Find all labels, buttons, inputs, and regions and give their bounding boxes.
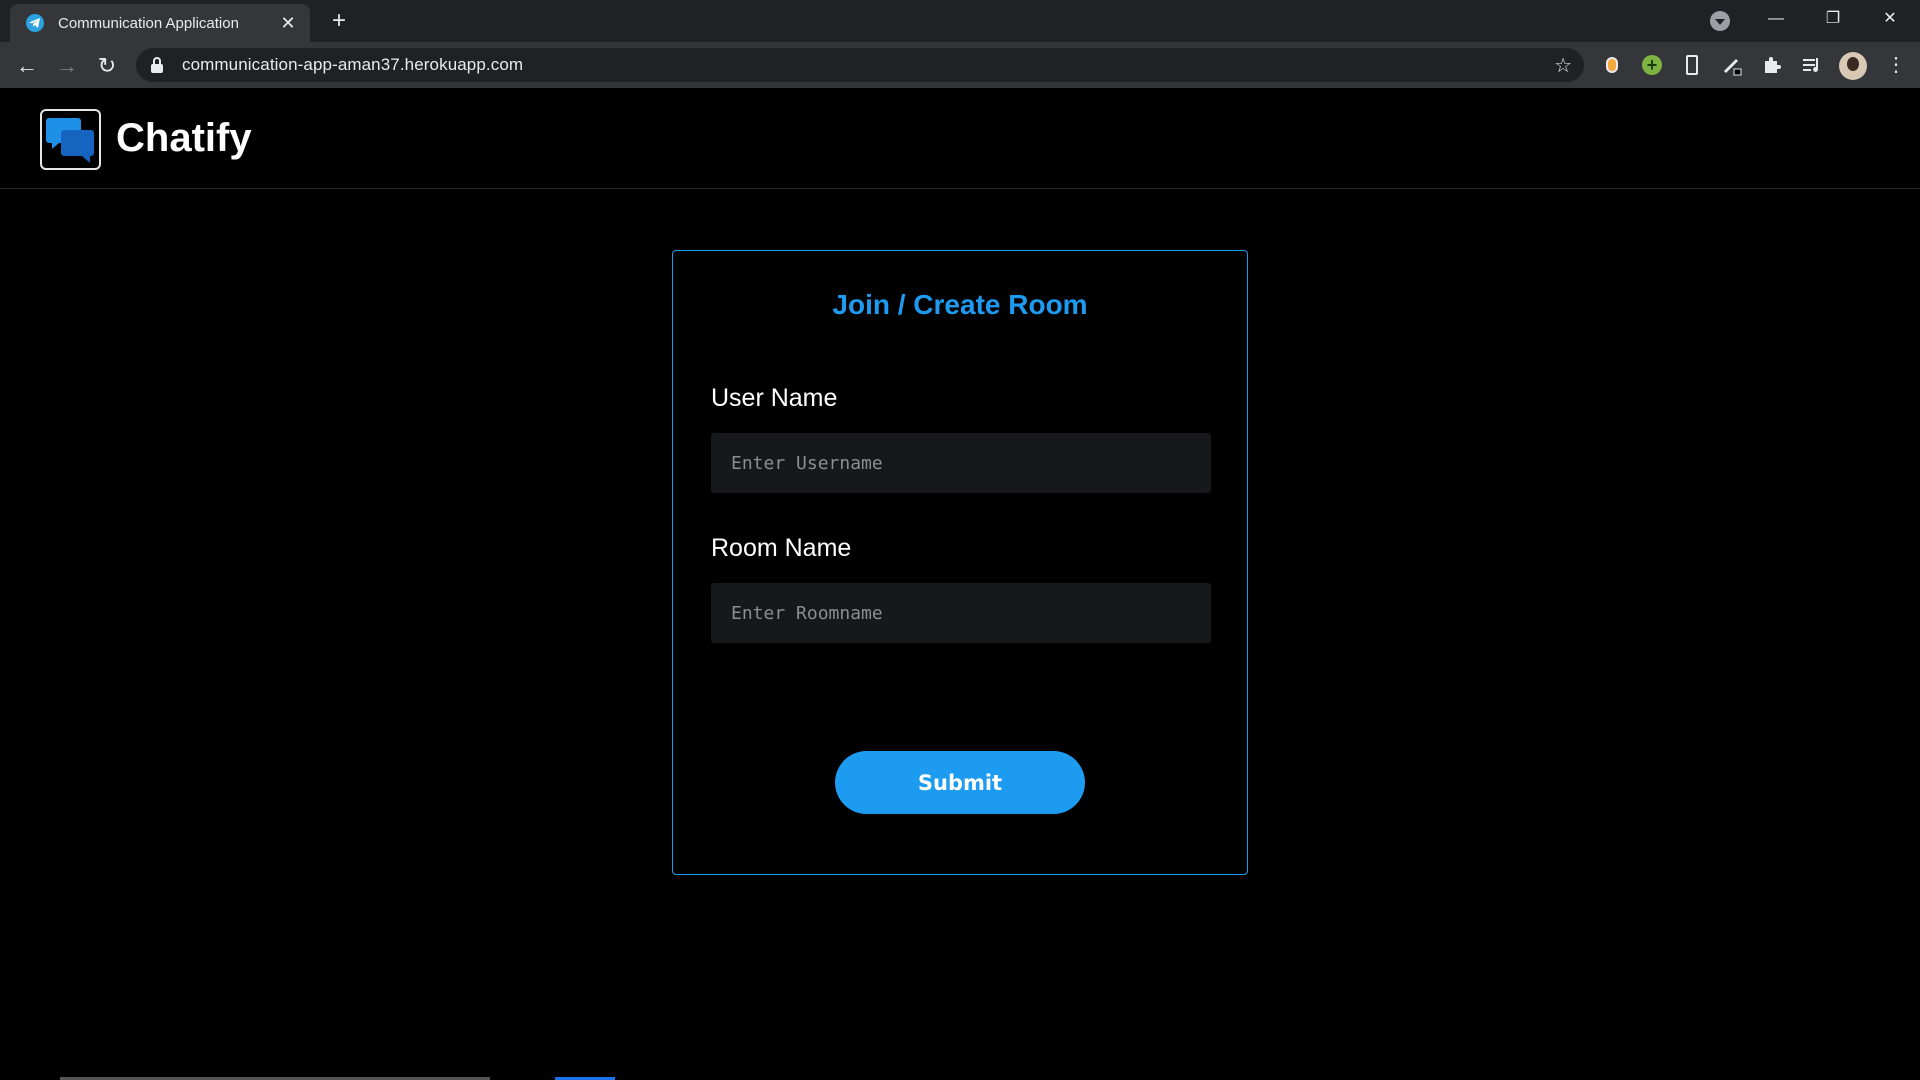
submit-button[interactable]: Submit [835, 751, 1085, 814]
new-tab-button[interactable]: + [325, 8, 353, 36]
roomname-label: Room Name [711, 534, 852, 562]
card-title: Join / Create Room [832, 289, 1088, 320]
tab-search-icon[interactable] [1710, 11, 1730, 31]
join-room-card: Join / Create Room User Name Room Name S… [672, 250, 1248, 875]
address-bar[interactable]: communication-app-aman37.herokuapp.com ☆ [136, 48, 1584, 82]
forward-button[interactable]: → [51, 50, 83, 82]
puzzle-icon[interactable] [1760, 53, 1784, 77]
orange-extension-icon[interactable] [1600, 53, 1624, 77]
username-input[interactable] [711, 433, 1211, 493]
telegram-favicon-icon [26, 14, 44, 32]
app-header: Chatify [0, 88, 1920, 189]
close-window-button[interactable]: ✕ [1867, 4, 1913, 34]
brand-name[interactable]: Chatify [116, 116, 252, 161]
roomname-input[interactable] [711, 583, 1211, 643]
lock-icon[interactable] [150, 57, 164, 73]
restore-button[interactable]: ❐ [1810, 4, 1856, 34]
browser-toolbar: ← → ↻ communication-app-aman37.herokuapp… [0, 42, 1920, 88]
tab-close-icon[interactable]: ✕ [278, 13, 298, 33]
browser-tab[interactable]: Communication Application ✕ [10, 4, 310, 42]
page-content: Chatify Join / Create Room User Name Roo… [0, 88, 1920, 1080]
minimize-button[interactable]: — [1753, 4, 1799, 34]
url-text[interactable]: communication-app-aman37.herokuapp.com [182, 55, 523, 75]
username-label: User Name [711, 384, 838, 412]
green-plus-extension-icon[interactable]: + [1640, 53, 1664, 77]
reload-button[interactable]: ↻ [91, 50, 123, 82]
media-icon[interactable] [1800, 53, 1824, 77]
chat-bubbles-icon[interactable] [40, 109, 101, 170]
profile-avatar[interactable] [1839, 52, 1867, 80]
tab-title: Communication Application [58, 14, 239, 32]
phone-extension-icon[interactable] [1680, 53, 1704, 77]
browser-menu-icon[interactable]: ⋮ [1886, 53, 1906, 77]
browser-tabstrip: Communication Application ✕ + — ❐ ✕ [0, 0, 1920, 42]
bookmark-star-icon[interactable]: ☆ [1554, 53, 1572, 78]
back-button[interactable]: ← [11, 50, 43, 82]
pen-extension-icon[interactable] [1720, 53, 1744, 77]
